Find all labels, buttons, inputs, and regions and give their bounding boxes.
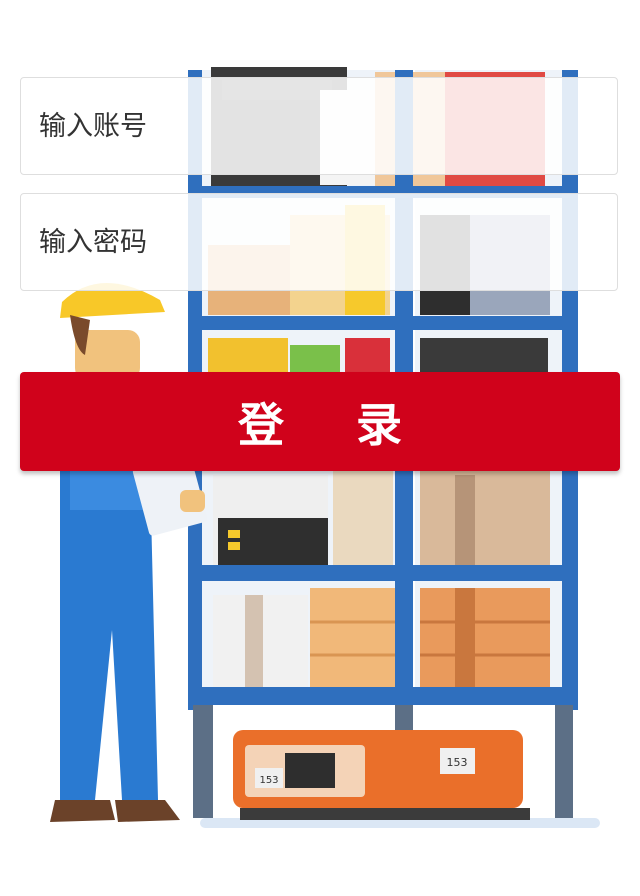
password-field[interactable] [20,193,618,291]
password-input[interactable] [21,194,617,290]
svg-text:153: 153 [447,756,468,769]
svg-text:153: 153 [259,775,278,786]
account-input[interactable] [21,78,617,174]
account-field[interactable] [20,77,618,175]
login-button[interactable]: 登 录 [20,372,620,471]
